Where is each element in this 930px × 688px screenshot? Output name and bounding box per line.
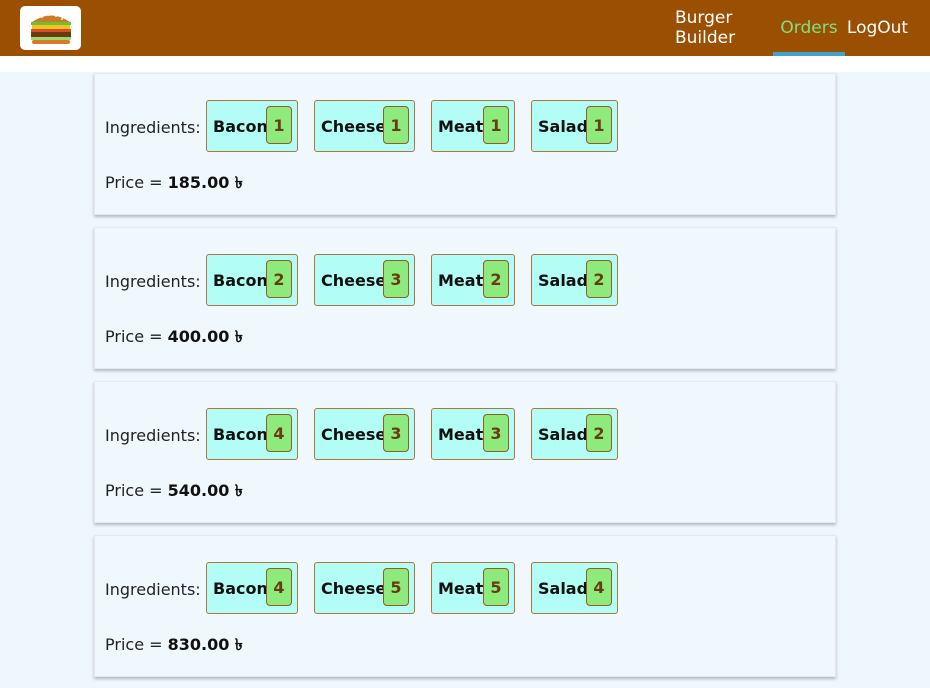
ingredient-chip-meat: Meat 3 (431, 408, 515, 460)
order-price: Price = 540.00 ৳ (105, 478, 243, 505)
order-price: Price = 185.00 ৳ (105, 170, 243, 197)
price-value: 400.00 ৳ (167, 327, 243, 346)
ingredient-count: 5 (483, 568, 509, 606)
ingredient-chip-salad: Salad 4 (531, 562, 618, 614)
ingredient-name: Salad (538, 578, 589, 598)
ingredients-label: Ingredients: (105, 426, 201, 445)
ingredient-name: Meat (438, 578, 484, 598)
ingredient-name: Cheese (321, 578, 387, 598)
ingredient-name: Bacon (213, 116, 268, 136)
ingredient-count: 2 (586, 414, 612, 452)
order-card: Ingredients: Bacon 2 Cheese 3 Meat 2 Sal… (94, 227, 836, 369)
price-label: Price = (105, 635, 168, 654)
ingredient-count: 4 (266, 568, 292, 606)
ingredient-chip-cheese: Cheese 3 (314, 254, 415, 306)
ingredient-name: Cheese (321, 424, 387, 444)
main-nav: Burger Builder Orders LogOut (665, 0, 930, 56)
order-card: Ingredients: Bacon 4 Cheese 3 Meat 3 Sal… (94, 381, 836, 523)
ingredients-label: Ingredients: (105, 580, 201, 599)
ingredient-count: 3 (383, 414, 409, 452)
price-value: 185.00 ৳ (167, 173, 243, 192)
ingredient-name: Salad (538, 116, 589, 136)
ingredient-count: 2 (586, 260, 612, 298)
price-label: Price = (105, 481, 168, 500)
price-value: 540.00 ৳ (167, 481, 243, 500)
ingredient-name: Meat (438, 116, 484, 136)
order-card: Ingredients: Bacon 1 Cheese 1 Meat 1 Sal… (94, 73, 836, 215)
ingredient-name: Salad (538, 270, 589, 290)
price-label: Price = (105, 173, 168, 192)
order-card: Ingredients: Bacon 4 Cheese 5 Meat 5 Sal… (94, 535, 836, 677)
price-value: 830.00 ৳ (167, 635, 243, 654)
ingredient-count: 2 (266, 260, 292, 298)
burger-logo-icon (30, 14, 71, 44)
ingredient-chip-bacon: Bacon 4 (206, 562, 298, 614)
ingredient-count: 1 (266, 106, 292, 144)
ingredient-chip-meat: Meat 1 (431, 100, 515, 152)
price-label: Price = (105, 327, 168, 346)
orders-list: Ingredients: Bacon 1 Cheese 1 Meat 1 Sal… (0, 72, 930, 688)
ingredient-count: 1 (383, 106, 409, 144)
ingredient-count: 3 (383, 260, 409, 298)
ingredient-name: Meat (438, 270, 484, 290)
ingredient-name: Bacon (213, 270, 268, 290)
ingredient-name: Cheese (321, 116, 387, 136)
ingredient-count: 4 (586, 568, 612, 606)
ingredient-chip-cheese: Cheese 5 (314, 562, 415, 614)
ingredient-chip-bacon: Bacon 2 (206, 254, 298, 306)
ingredient-chip-salad: Salad 2 (531, 254, 618, 306)
burger-logo[interactable] (20, 6, 81, 50)
nav-burger-builder[interactable]: Burger Builder (665, 0, 773, 56)
ingredient-chip-salad: Salad 2 (531, 408, 618, 460)
ingredient-count: 2 (483, 260, 509, 298)
ingredients-label: Ingredients: (105, 272, 201, 291)
ingredients-label: Ingredients: (105, 118, 201, 137)
ingredient-chip-bacon: Bacon 4 (206, 408, 298, 460)
nav-logout[interactable]: LogOut (845, 0, 930, 56)
nav-orders[interactable]: Orders (773, 0, 845, 56)
ingredient-count: 4 (266, 414, 292, 452)
ingredient-count: 5 (383, 568, 409, 606)
ingredient-chip-bacon: Bacon 1 (206, 100, 298, 152)
order-price: Price = 830.00 ৳ (105, 632, 243, 659)
ingredient-chip-salad: Salad 1 (531, 100, 618, 152)
ingredient-name: Salad (538, 424, 589, 444)
ingredient-chip-cheese: Cheese 3 (314, 408, 415, 460)
ingredient-name: Cheese (321, 270, 387, 290)
ingredient-count: 1 (483, 106, 509, 144)
ingredient-chip-cheese: Cheese 1 (314, 100, 415, 152)
ingredient-name: Bacon (213, 424, 268, 444)
ingredient-chip-meat: Meat 2 (431, 254, 515, 306)
ingredient-chip-meat: Meat 5 (431, 562, 515, 614)
top-navbar: Burger Builder Orders LogOut (0, 0, 930, 56)
order-price: Price = 400.00 ৳ (105, 324, 243, 351)
ingredient-count: 3 (483, 414, 509, 452)
ingredient-name: Meat (438, 424, 484, 444)
ingredient-count: 1 (586, 106, 612, 144)
ingredient-name: Bacon (213, 578, 268, 598)
